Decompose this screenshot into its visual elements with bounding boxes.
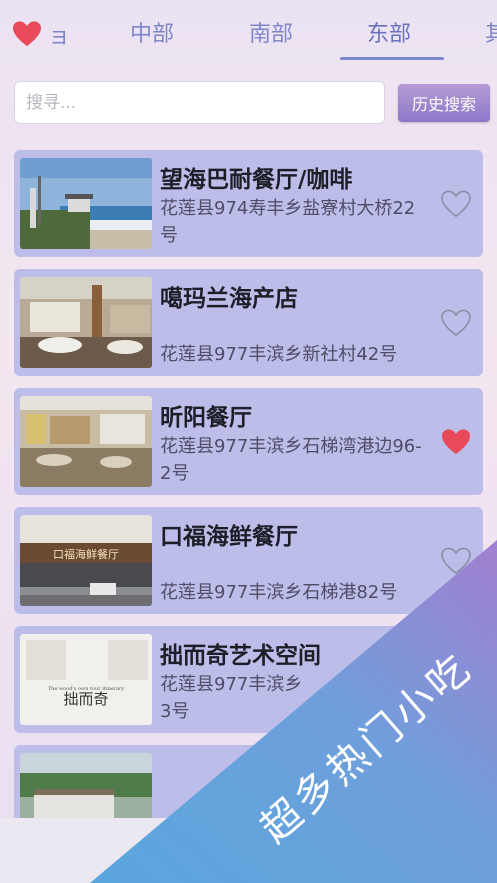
thumbnail-subtitle-text: The wood's own tour itinerary [48, 686, 125, 692]
tab-partial-left[interactable]: ョ [48, 18, 70, 50]
top-tab-bar: ョ 中部 南部 东部 其 [0, 0, 497, 70]
restaurant-card[interactable]: 噶玛兰海产店 花莲县977丰滨乡新社村42号 [14, 269, 483, 376]
search-box[interactable] [14, 81, 385, 124]
favorite-heart-outline-icon[interactable] [441, 547, 471, 575]
restaurant-address: 花莲县974寿丰乡盐寮村大桥22号 [160, 198, 416, 246]
tab-south[interactable]: 南部 [249, 16, 293, 48]
favorite-heart-outline-icon[interactable] [441, 309, 471, 337]
restaurant-photo: 口福海鲜餐厅 [20, 515, 152, 606]
restaurant-name: 昕阳餐厅 [160, 405, 252, 431]
favorite-heart-outline-icon[interactable] [441, 190, 471, 218]
restaurant-name: 望海巴耐餐厅/咖啡 [160, 167, 353, 193]
restaurant-address: 花莲县977丰滨乡石梯港82号 [160, 582, 398, 603]
tab-east[interactable]: 东部 [367, 16, 411, 48]
active-tab-indicator [340, 57, 444, 60]
restaurant-card[interactable]: 望海巴耐餐厅/咖啡 花莲县974寿丰乡盐寮村大桥22号 [14, 150, 483, 257]
history-search-button[interactable]: 历史搜索 [398, 84, 490, 122]
restaurant-card[interactable]: 昕阳餐厅 花莲县977丰滨乡石梯湾港边96-2号 [14, 388, 483, 495]
restaurant-name: 口福海鲜餐厅 [160, 524, 298, 550]
thumbnail-logo-text: 拙而奇 [63, 690, 108, 708]
restaurant-name: 拙而奇艺术空间 [160, 643, 321, 669]
restaurant-address: 花莲县977丰滨乡新社村42号 [160, 344, 398, 365]
restaurant-photo [20, 158, 152, 249]
bottom-strip [0, 818, 497, 883]
restaurant-name: 噶玛兰海产店 [160, 286, 298, 312]
restaurant-photo [20, 396, 152, 487]
search-input[interactable] [15, 82, 384, 123]
tab-partial-right[interactable]: 其 [485, 16, 497, 48]
restaurant-card[interactable]: 口福海鲜餐厅 口福海鲜餐厅 花莲县977丰滨乡石梯港82号 [14, 507, 483, 614]
restaurant-photo [20, 277, 152, 368]
favorites-heart-icon[interactable] [12, 20, 42, 48]
thumbnail-sign-text: 口福海鲜餐厅 [53, 547, 119, 561]
restaurant-photo: 拙而奇 The wood's own tour itinerary [20, 634, 152, 725]
tab-central[interactable]: 中部 [130, 16, 174, 48]
favorite-heart-filled-icon[interactable] [441, 428, 471, 456]
restaurant-address: 花莲县977丰滨乡石梯湾港边96-2号 [160, 436, 422, 484]
